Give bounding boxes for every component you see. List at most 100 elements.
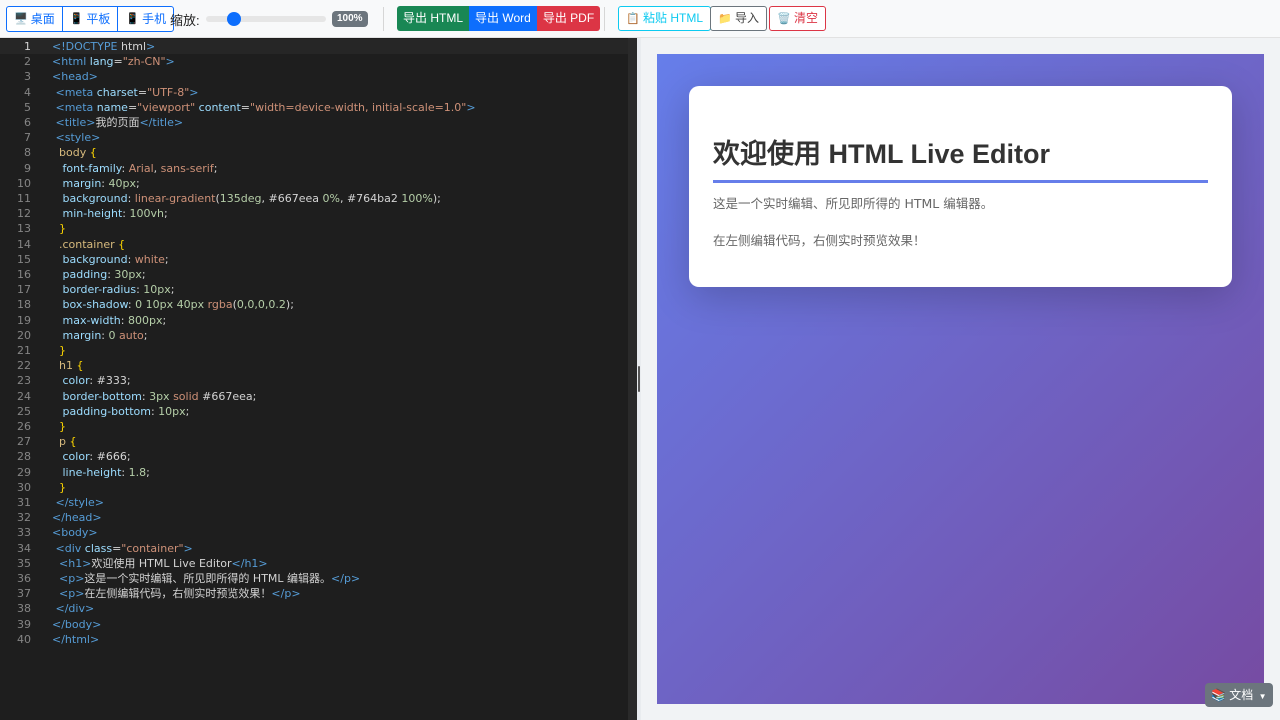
code-line[interactable]: 16 padding: 30px; [0,267,628,282]
code-line[interactable]: 14 .container { [0,237,628,252]
code-line[interactable]: 37 <p>在左侧编辑代码，右侧实时预览效果！</p> [0,586,628,601]
code-line[interactable]: 8 body { [0,145,628,160]
code-text: background: white; [52,252,169,267]
code-token: 10px [143,283,171,297]
code-token: padding-bottom [62,404,151,418]
code-line[interactable]: 15 background: white; [0,252,628,267]
code-line[interactable]: 2 <html lang="zh-CN"> [0,54,628,69]
code-text: </style> [52,495,105,510]
docs-dropdown-button[interactable]: 📚 文档 ▼ [1205,683,1273,707]
import-button[interactable]: 📁 导入 [710,6,768,31]
code-token: ; [162,313,167,327]
code-text: </body> [52,617,101,632]
tablet-icon: 📱 [69,13,84,25]
preview-frame[interactable]: 欢迎使用 HTML Live Editor 这是一个实时编辑、所见即所得的 HT… [657,54,1264,704]
code-token: 在左侧编辑代码，右侧实时预览效果！ [84,587,272,601]
code-editor[interactable]: 1 <!DOCTYPE html> 2 <html lang="zh-CN"> 3 <he… [0,38,628,720]
code-token: 100% [401,192,433,205]
code-line[interactable]: 13 } [0,221,628,236]
code-token: <h1> [59,556,92,570]
code-line[interactable]: 32 </head> [0,510,628,525]
code-token: "width=device-width, initial-scale=1.0" [250,100,467,114]
code-token: color [62,374,90,388]
export-pdf-button[interactable]: 导出 PDF [536,6,601,31]
code-text: </head> [52,510,102,525]
splitter-grip-handle[interactable] [638,366,640,392]
code-token: : #666; [89,450,131,464]
line-number: 19 [17,313,31,327]
zoom-label: 缩放: [170,13,200,28]
code-line[interactable]: 4 <meta charset="UTF-8"> [0,85,628,100]
line-number: 3 [24,70,31,84]
code-line[interactable]: 40 </html> [0,632,628,647]
code-line[interactable]: 39 </body> [0,617,628,632]
code-line[interactable]: 11 background: linear-gradient(135deg, #… [0,191,628,206]
code-line[interactable]: 17 border-radius: 10px; [0,282,628,297]
line-number: 6 [24,116,31,129]
line-number: 37 [17,587,31,601]
code-token: html [120,40,147,53]
toolbar-divider [604,7,605,31]
export-html-button[interactable]: 导出 HTML [397,6,470,31]
code-line[interactable]: 1 <!DOCTYPE html> [0,39,628,55]
code-line[interactable]: 38 </div> [0,601,628,616]
mobile-view-button[interactable]: 📱 手机 [117,6,175,32]
books-icon: 📚 [1211,688,1226,702]
code-line[interactable]: 31 </style> [0,495,628,510]
tablet-view-button[interactable]: 📱 平板 [61,6,119,32]
code-line[interactable]: 7 <style> [0,130,628,145]
code-token: , [153,161,161,175]
code-token: name [96,100,128,114]
zoom-slider-track[interactable] [206,16,326,22]
code-text: padding: 30px; [52,267,146,282]
code-line[interactable]: 3 <head> [0,69,628,84]
code-token: > [165,55,175,69]
code-line[interactable]: 22 h1 { [0,358,628,373]
code-line[interactable]: 6 <title>我的页面</title> [0,115,628,130]
code-line[interactable]: 19 max-width: 800px; [0,313,628,328]
code-line[interactable]: 26 } [0,419,628,434]
code-line[interactable]: 34 <div class="container"> [0,541,628,556]
code-line[interactable]: 30 } [0,480,628,495]
code-token: , #764ba2 [339,192,402,205]
code-line[interactable]: 36 <p>这是一个实时编辑、所见即所得的 HTML 编辑器。</p> [0,571,628,586]
code-token: line-height [62,465,122,479]
code-line[interactable]: 20 margin: 0 auto; [0,328,628,343]
code-line[interactable]: 24 border-bottom: 3px solid #667eea; [0,389,628,404]
code-line[interactable]: 9 font-family: Arial, sans-serif; [0,161,628,176]
code-line[interactable]: 33 <body> [0,525,628,540]
paste-html-button[interactable]: 📋 粘贴 HTML [618,6,712,31]
code-line[interactable]: 29 line-height: 1.8; [0,465,628,480]
line-number: 14 [17,237,31,251]
code-line[interactable]: 23 color: #333; [0,373,628,388]
line-number: 22 [17,359,31,373]
code-token: ; [136,176,140,190]
code-line[interactable]: 10 margin: 40px; [0,176,628,191]
code-line[interactable]: 25 padding-bottom: 10px; [0,404,628,419]
code-token: > [189,85,199,99]
code-line[interactable]: 5 <meta name="viewport" content="width=d… [0,100,628,115]
code-line[interactable]: 18 box-shadow: 0 10px 40px rgba(0,0,0,0.… [0,297,628,312]
code-line[interactable]: 27 p { [0,434,628,449]
code-token: = [240,100,251,114]
code-text: </html> [52,632,99,647]
zoom-slider-thumb[interactable] [227,12,241,26]
editor-scrollbar[interactable] [628,38,637,720]
code-line[interactable]: 28 color: #666; [0,449,628,464]
desktop-view-label: 桌面 [30,12,55,26]
code-token: 我的页面 [95,116,140,129]
code-line[interactable]: 12 min-height: 100vh; [0,206,628,221]
desktop-view-button[interactable]: 🖥️ 桌面 [6,6,63,32]
line-number: 36 [17,572,31,585]
export-word-button[interactable]: 导出 Word [469,6,537,31]
code-line[interactable]: 21 } [0,343,628,358]
code-line[interactable]: 35 <h1>欢迎使用 HTML Live Editor</h1> [0,556,628,571]
clear-button[interactable]: 🗑️ 清空 [769,6,827,31]
code-token: </p> [331,572,361,585]
